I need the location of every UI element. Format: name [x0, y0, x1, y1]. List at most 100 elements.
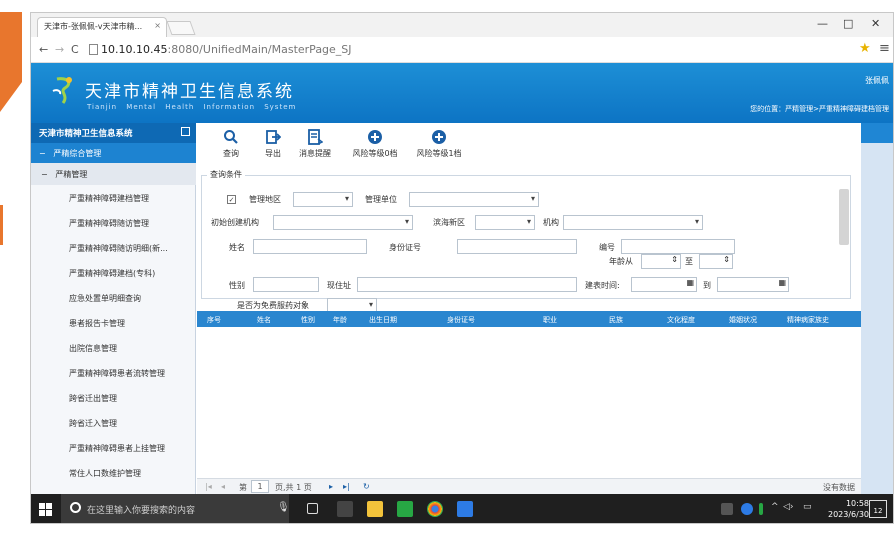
name-input[interactable] [253, 239, 367, 254]
column-header[interactable]: 文化程度 [667, 315, 695, 325]
risk-level-0-button[interactable]: 风险等级0档 [343, 129, 407, 159]
taskbar-search[interactable]: 在这里输入你要搜索的内容 [61, 494, 289, 523]
volume-icon[interactable]: ◁› [783, 502, 794, 512]
sidebar-item[interactable]: 应急处置单明细查询 [31, 285, 196, 310]
age-from-input[interactable]: ⇕ [641, 254, 681, 269]
age-to-input[interactable]: ⇕ [699, 254, 733, 269]
clock-time: 10:58 [845, 499, 870, 508]
notify-button[interactable]: 消息提醒 [287, 129, 343, 159]
sidebar-item[interactable]: 严重精神障碍随访管理 [31, 210, 196, 235]
sidebar-item[interactable]: 常住人口数维护管理 [31, 460, 196, 485]
idcard-label: 身份证号 [389, 243, 421, 252]
gender-input[interactable] [253, 277, 319, 292]
sidebar-item[interactable]: 患者报告卡管理 [31, 310, 196, 335]
folder-icon[interactable] [367, 501, 383, 517]
risk-level-1-button[interactable]: 风险等级1档 [407, 129, 471, 159]
binhai-select[interactable] [475, 215, 535, 230]
origin-org-select[interactable] [273, 215, 413, 230]
minimize-button[interactable]: — [817, 17, 828, 30]
stepper-icon[interactable]: ⇕ [723, 255, 730, 264]
forward-arrow-icon[interactable]: → [55, 43, 64, 56]
sidebar-item[interactable]: 严重精神障碍建档管理 [31, 185, 196, 210]
address-input[interactable] [357, 277, 577, 292]
maximize-button[interactable]: □ [843, 17, 853, 30]
sidebar-item[interactable]: 跨省迁出管理 [31, 385, 196, 410]
new-tab-button[interactable] [166, 21, 196, 35]
collapse-sidebar-icon[interactable] [181, 127, 190, 136]
sidebar-item[interactable]: 严重精神障碍随访明细(新... [31, 235, 196, 260]
current-user[interactable]: 张佩佩 [865, 75, 889, 86]
bookmark-star-icon[interactable]: ★ [859, 41, 871, 56]
number-input[interactable] [621, 239, 735, 254]
query-scrollbar[interactable] [839, 189, 849, 245]
risk-level-1-label: 风险等级1档 [416, 149, 462, 158]
column-header[interactable]: 职业 [543, 315, 557, 325]
taskbar: 在这里输入你要搜索的内容 🎙 ^ ◁› ▭ 10:58 2023/6/30 12 [31, 494, 893, 523]
browser-menu-icon[interactable]: ≡ [879, 41, 890, 56]
windows-start-icon[interactable] [39, 503, 52, 516]
close-window-button[interactable]: ✕ [871, 17, 880, 30]
column-header[interactable]: 姓名 [257, 315, 271, 325]
column-header[interactable]: 精神病家族史 [787, 315, 829, 325]
unit-select[interactable] [409, 192, 539, 207]
free-medication-label: 是否为免费服药对象 [237, 301, 309, 310]
column-header[interactable]: 出生日期 [369, 315, 397, 325]
mic-icon[interactable]: 🎙 [277, 502, 290, 513]
slide-accent-bracket [0, 205, 6, 245]
address-label: 现住址 [327, 281, 351, 290]
sidebar-item[interactable]: 严重精神障碍患者上挂管理 [31, 435, 196, 460]
file-explorer-icon[interactable] [337, 501, 353, 517]
close-tab-icon[interactable]: × [154, 21, 161, 30]
wps-icon[interactable] [457, 501, 473, 517]
sidebar-group[interactable]: − 严精综合管理 [31, 143, 196, 163]
column-header[interactable]: 婚姻状况 [729, 315, 757, 325]
back-arrow-icon[interactable]: ← [39, 43, 48, 56]
green-app-icon[interactable] [397, 501, 413, 517]
column-header[interactable]: 身份证号 [447, 315, 475, 325]
app-header: 天津市精神卫生信息系统 Tianjin Mental Health Inform… [31, 63, 893, 123]
chrome-icon[interactable] [427, 501, 443, 517]
tray-app-icon[interactable] [721, 503, 733, 515]
taskbar-clock[interactable]: 10:58 2023/6/30 [828, 498, 869, 520]
column-header[interactable]: 性别 [301, 315, 315, 325]
region-checkbox[interactable]: ✓ [227, 195, 236, 204]
region-select[interactable] [293, 192, 353, 207]
idcard-input[interactable] [457, 239, 577, 254]
collapse-icon: − [41, 170, 48, 179]
refresh-icon[interactable]: ↻ [363, 482, 370, 491]
first-page-button[interactable]: |◂ [205, 482, 212, 491]
browser-tab[interactable]: 天津市-张佩佩-v天津市精... × [37, 17, 167, 37]
sidebar-item[interactable]: 出院信息管理 [31, 335, 196, 360]
sidebar-item[interactable]: 跨省迁入管理 [31, 410, 196, 435]
task-view-icon[interactable] [307, 503, 318, 514]
column-header[interactable]: 民族 [609, 315, 623, 325]
stepper-icon[interactable]: ⇕ [671, 255, 678, 264]
created-to-input[interactable]: ▦ [717, 277, 789, 292]
sidebar-item[interactable]: 严重精神障碍建档(专科) [31, 260, 196, 285]
keyboard-icon[interactable]: ▭ [803, 502, 812, 512]
page-number-input[interactable]: 1 [251, 480, 269, 493]
tray-help-icon[interactable] [741, 503, 753, 515]
org-select[interactable] [563, 215, 703, 230]
app-logo-icon [52, 77, 72, 104]
url-field[interactable]: 10.10.10.45:8080/UnifiedMain/MasterPage_… [101, 43, 352, 56]
last-page-button[interactable]: ▸| [343, 482, 350, 491]
next-page-button[interactable]: ▸ [329, 482, 333, 491]
calendar-icon[interactable]: ▦ [686, 278, 694, 287]
reload-icon[interactable]: C [71, 43, 79, 56]
plus-circle-icon [368, 130, 382, 144]
clock-date: 2023/6/30 [828, 510, 870, 519]
sidebar-subgroup[interactable]: − 严精管理 [31, 163, 196, 185]
prev-page-button[interactable]: ◂ [221, 482, 225, 491]
page-total-label: 页,共 1 页 [275, 483, 312, 492]
calendar-icon[interactable]: ▦ [778, 278, 786, 287]
column-header[interactable]: 年龄 [333, 315, 347, 325]
tray-green-icon[interactable] [759, 503, 763, 515]
tray-chevron-icon[interactable]: ^ [771, 502, 779, 512]
notification-center-icon[interactable]: 12 [869, 500, 887, 518]
search-icon [224, 130, 238, 144]
sidebar-item[interactable]: 严重精神障碍患者流转管理 [31, 360, 196, 385]
date-to-label: 到 [703, 281, 711, 290]
column-header[interactable]: 序号 [207, 315, 221, 325]
created-from-input[interactable]: ▦ [631, 277, 697, 292]
